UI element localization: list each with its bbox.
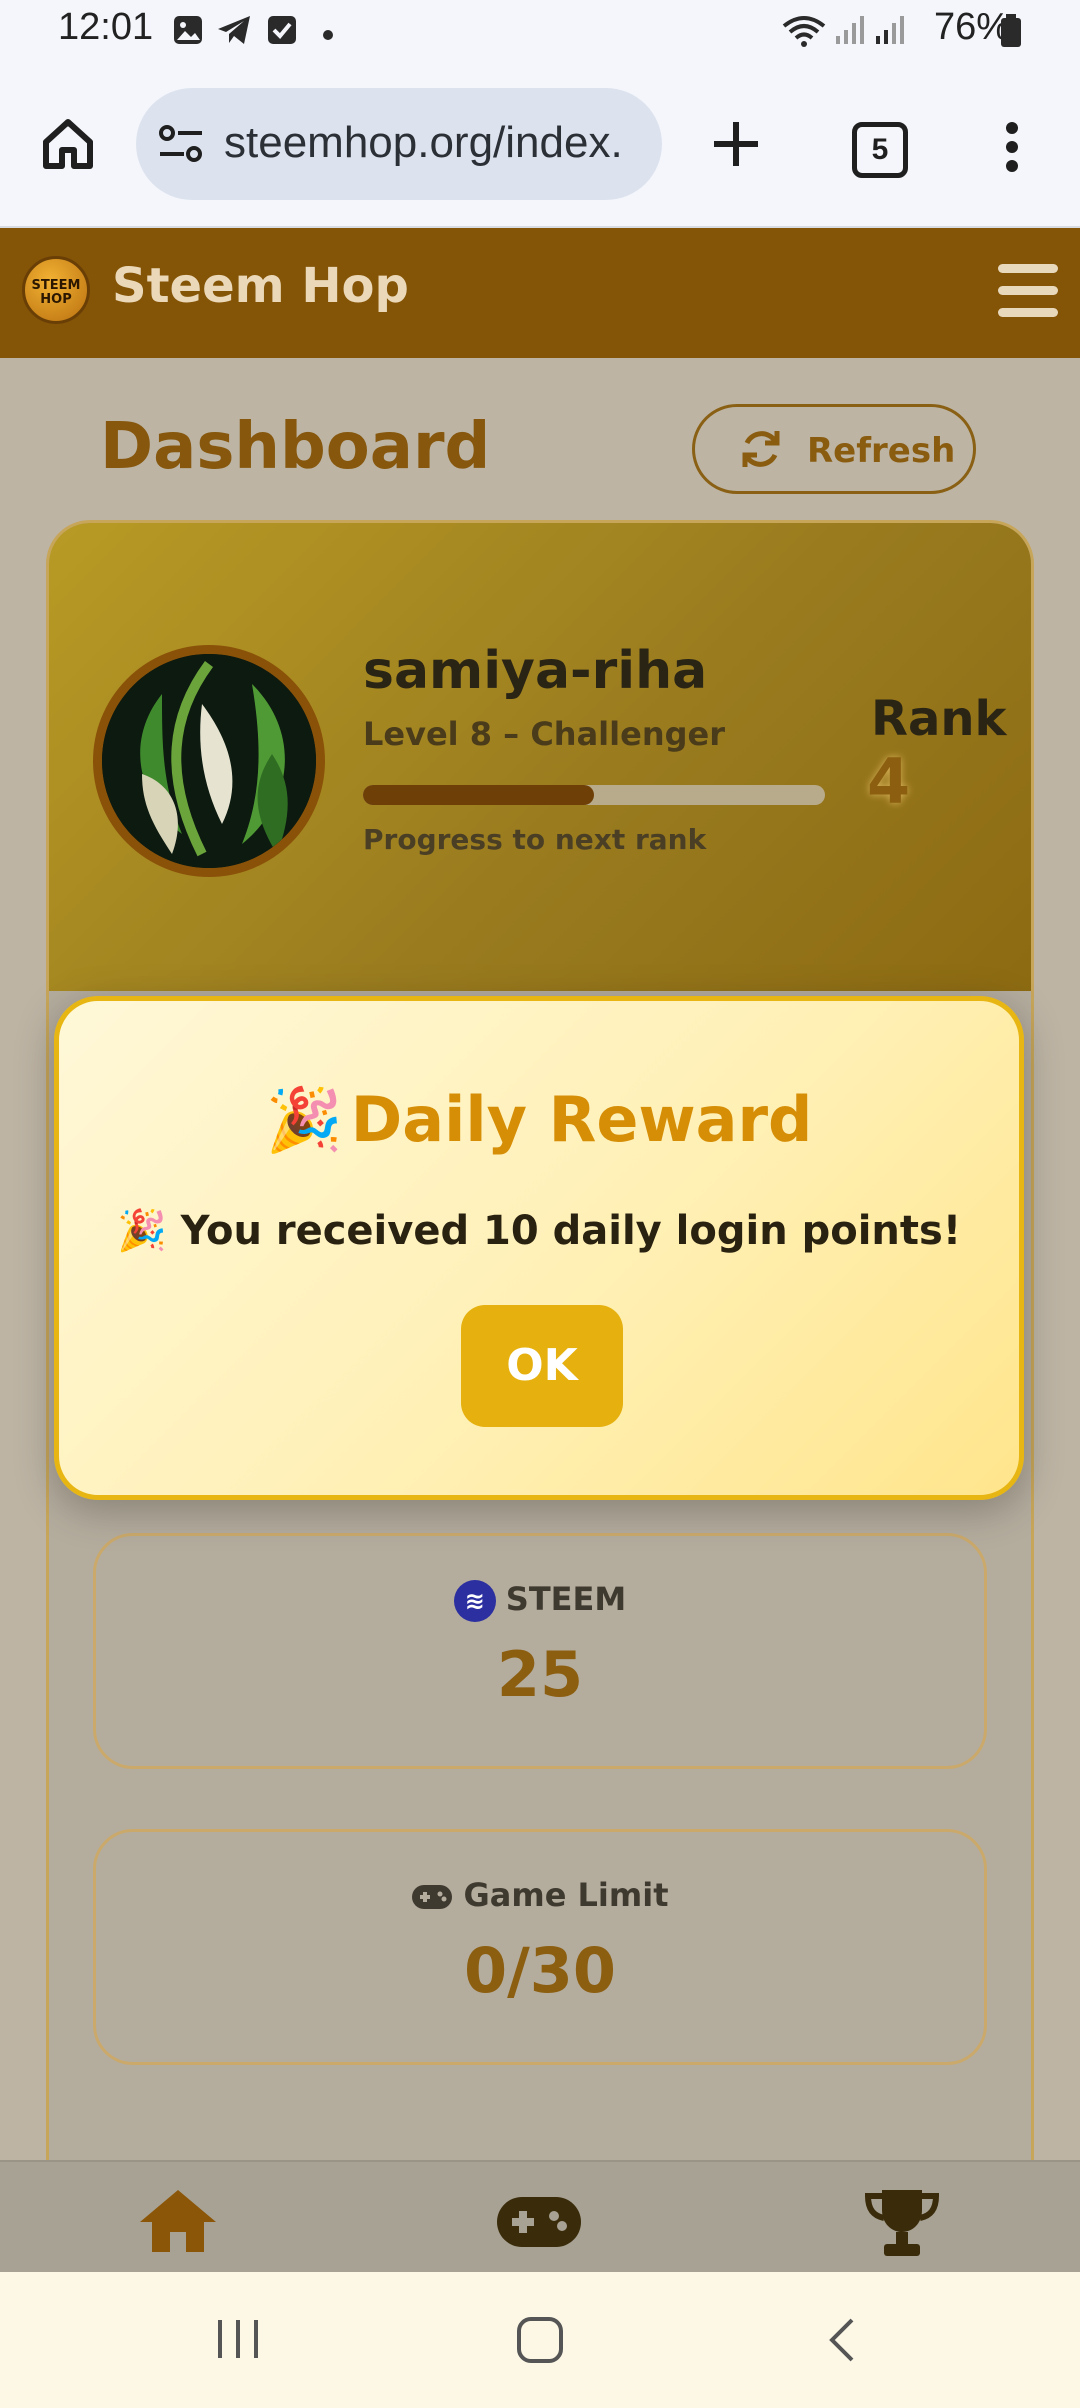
rank-progress-fill [363, 785, 594, 805]
telegram-icon [216, 14, 252, 50]
game-limit-value: 0/30 [463, 1934, 617, 2007]
battery-percent: 76% [933, 6, 1010, 48]
browser-toolbar: steemhop.org/index. 5 [0, 66, 1080, 228]
nav-leaderboard-trophy-icon[interactable] [864, 2188, 940, 2262]
home-system-icon[interactable] [516, 2316, 564, 2368]
rank-label: Rank [871, 691, 1007, 747]
level-text: Level 8 – Challenger [363, 715, 725, 753]
url-text[interactable]: steemhop.org/index. [224, 118, 623, 168]
rank-progress-bar [363, 785, 825, 805]
steem-stat-label: STEEM [505, 1580, 627, 1618]
page-title: Dashboard [100, 410, 491, 484]
site-title[interactable]: Steem Hop [112, 258, 409, 314]
steem-value: 25 [496, 1638, 584, 1711]
refresh-button[interactable]: Refresh [692, 404, 976, 494]
recent-apps-icon[interactable] [216, 2316, 260, 2366]
dialog-title-row: 🎉 Daily Reward [59, 1083, 1019, 1157]
battery-icon [1000, 14, 1022, 52]
ok-button[interactable]: OK [461, 1305, 623, 1427]
nav-games-icon[interactable] [496, 2196, 582, 2252]
more-notifications-icon [322, 26, 334, 45]
signal-icon-2 [874, 14, 904, 50]
dialog-message: You received 10 daily login points! [180, 1208, 962, 1254]
dialog-message-row: 🎉 You received 10 daily login points! [59, 1207, 1019, 1254]
rank-value: 4 [867, 745, 911, 818]
progress-label: Progress to next rank [363, 823, 707, 856]
steem-logo-icon: ≋ [453, 1580, 496, 1622]
refresh-icon [739, 427, 783, 479]
status-time: 12:01 [58, 6, 154, 48]
back-icon[interactable] [826, 2316, 856, 2368]
profile-panel: samiya-riha Level 8 – Challenger Progres… [49, 523, 1031, 991]
signal-icon-1 [834, 14, 864, 50]
system-navigation-bar [0, 2272, 1080, 2408]
refresh-label: Refresh [807, 431, 956, 471]
party-popper-icon: 🎉 [265, 1083, 343, 1156]
more-options-icon[interactable] [1004, 122, 1020, 176]
new-tab-icon[interactable] [710, 118, 762, 174]
dialog-title: Daily Reward [350, 1083, 813, 1156]
status-bar: 12:01 76% [0, 0, 1080, 66]
bottom-navigation [0, 2160, 1080, 2274]
home-icon[interactable] [40, 116, 96, 176]
site-settings-icon[interactable] [158, 124, 204, 168]
wifi-icon [782, 14, 826, 52]
hamburger-menu-icon[interactable] [998, 264, 1058, 320]
tasks-icon [266, 14, 298, 50]
game-limit-label-row: Game Limit [96, 1876, 984, 1914]
site-header: STEEM HOP Steem Hop [0, 228, 1080, 358]
steem-stat-card: ≋ STEEM 25 [93, 1533, 987, 1769]
site-logo[interactable]: STEEM HOP [22, 256, 90, 324]
game-limit-label: Game Limit [463, 1876, 669, 1914]
nav-home-icon[interactable] [138, 2188, 218, 2258]
username: samiya-riha [363, 641, 708, 701]
gamepad-small-icon [412, 1885, 453, 1909]
steem-stat-label-row: ≋ STEEM [96, 1580, 984, 1622]
party-popper-small-icon: 🎉 [116, 1208, 181, 1254]
gallery-icon [172, 14, 204, 50]
daily-reward-dialog: 🎉 Daily Reward 🎉 You received 10 daily lo… [54, 996, 1024, 1500]
tab-switcher-button[interactable]: 5 [852, 122, 908, 178]
avatar [93, 645, 325, 877]
game-limit-stat-card: Game Limit 0/30 [93, 1829, 987, 2065]
